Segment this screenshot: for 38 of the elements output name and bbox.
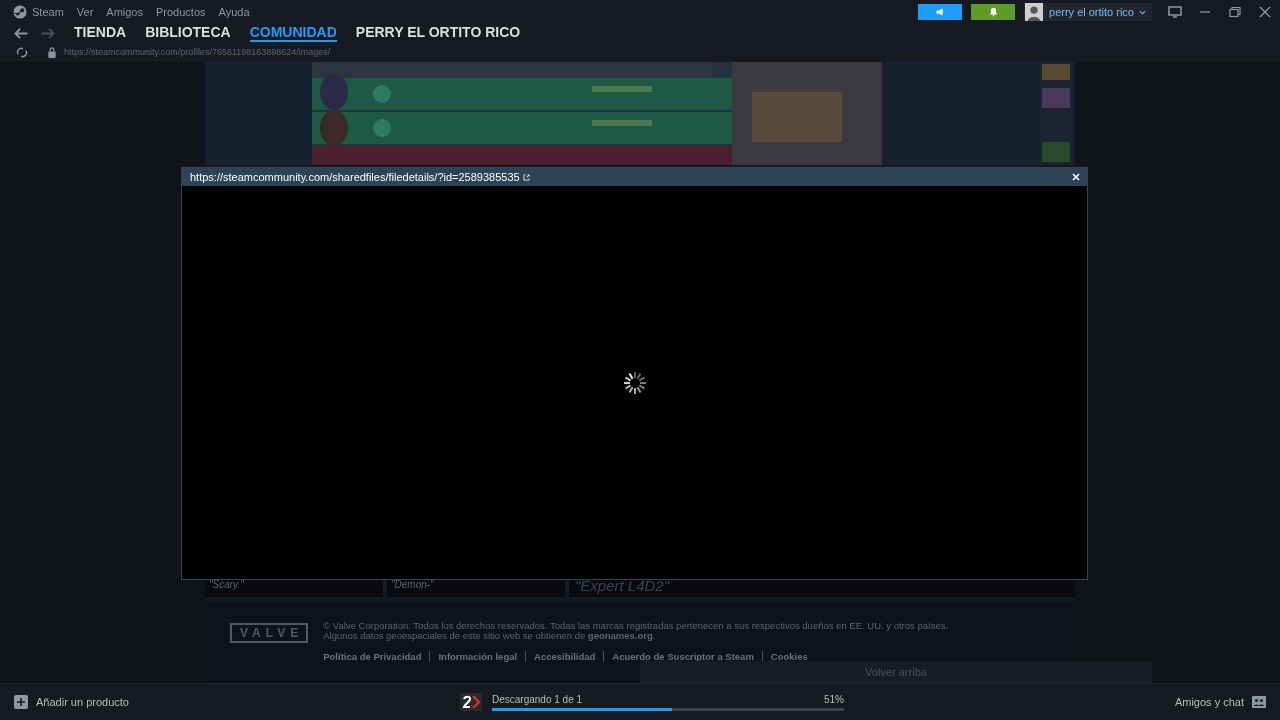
friends-icon — [1252, 695, 1266, 709]
game-icon[interactable] — [460, 693, 482, 711]
back-arrow-icon[interactable] — [13, 26, 29, 40]
steam-logo-icon — [13, 5, 27, 19]
reload-icon[interactable] — [15, 46, 29, 58]
avatar-icon — [1024, 3, 1044, 21]
account-name: perry el ortito rico — [1049, 6, 1134, 18]
external-link-icon[interactable] — [522, 173, 530, 181]
nav-tab[interactable]: COMUNIDAD — [249, 24, 337, 42]
menu-item[interactable]: Ayuda — [218, 6, 250, 18]
download-status[interactable]: Descargando 1 de 1 — [492, 693, 583, 705]
menu-item[interactable]: Productos — [156, 6, 206, 18]
add-product-button[interactable]: Añadir un producto — [14, 695, 460, 709]
footer-link[interactable]: Política de Privacidad — [323, 651, 430, 662]
notifications-button[interactable] — [971, 4, 1015, 20]
bell-icon — [987, 7, 999, 17]
nav-tab[interactable]: TIENDA — [74, 24, 127, 42]
lock-icon — [47, 46, 57, 58]
nav-tab[interactable]: BIBLIOTECA — [145, 24, 231, 42]
menu-item[interactable]: Steam — [32, 6, 64, 18]
footer-link[interactable]: Accesibilidad — [525, 651, 604, 662]
address-bar[interactable]: https://steamcommunity.com/profiles/76561198163898624/images/ — [64, 47, 331, 57]
big-picture-icon[interactable] — [1168, 6, 1182, 18]
friends-chat-button[interactable]: Amigos y chat — [1174, 695, 1266, 709]
announcements-button[interactable] — [918, 4, 962, 20]
maximize-icon[interactable] — [1228, 6, 1242, 18]
copyright-text: © Valve Corporation. Todos los derechos reservados. Todas las marcas registradas pertenecen a sus respectivos dueños en EE. UU. y otros países. Algunos datos geoespaciales de este sitio web se obtienen de geonames.org. — [323, 621, 949, 641]
download-percent: 51% — [824, 693, 844, 705]
footer-link[interactable]: Información legal — [429, 651, 526, 662]
valve-logo: VALVE — [230, 623, 309, 643]
caret-icon — [1139, 9, 1146, 15]
close-icon[interactable] — [1258, 6, 1272, 18]
nav-tab[interactable]: PERRY EL ORTITO RICO — [355, 24, 521, 42]
menu-item[interactable]: Amigos — [106, 6, 143, 18]
plus-icon — [14, 695, 28, 709]
account-menu[interactable]: perry el ortito rico — [1024, 3, 1152, 21]
menu-item[interactable]: Ver — [76, 6, 94, 18]
megaphone-icon — [934, 7, 946, 17]
